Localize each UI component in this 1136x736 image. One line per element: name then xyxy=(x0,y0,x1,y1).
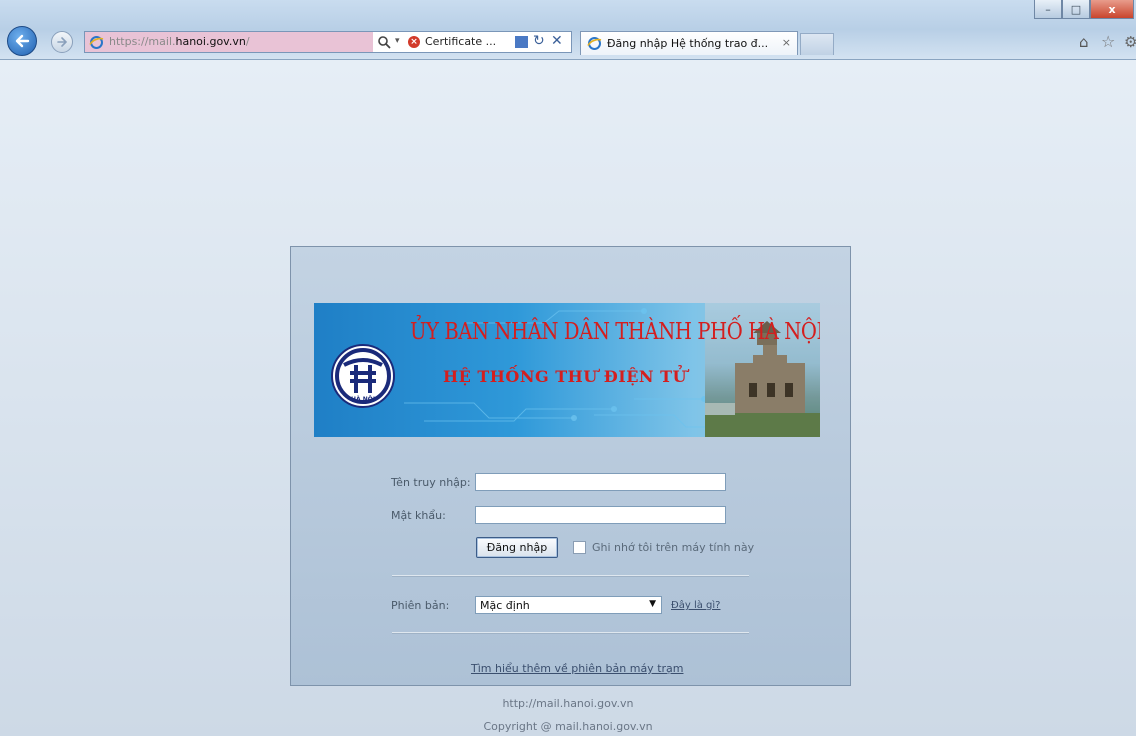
search-dropdown-icon[interactable]: ▾ xyxy=(395,36,400,46)
login-button[interactable]: Đăng nhập xyxy=(476,537,558,558)
certificate-error-icon[interactable]: × xyxy=(408,36,420,48)
forward-button[interactable] xyxy=(51,31,73,53)
ie-page-icon xyxy=(89,36,104,49)
stop-icon[interactable]: ✕ xyxy=(551,33,563,49)
favorites-star-icon[interactable]: ☆ xyxy=(1101,32,1115,51)
ie-tab-icon xyxy=(587,37,602,50)
version-select[interactable]: Mặc định ▼ xyxy=(475,596,662,614)
login-panel: HÀ NỘI ỦY BAN NHÂN DÂN THÀNH PHỐ HÀ NỘI … xyxy=(290,246,851,686)
username-label: Tên truy nhập: xyxy=(391,476,471,489)
divider xyxy=(392,575,749,577)
minimize-button[interactable]: – xyxy=(1034,0,1062,19)
password-input[interactable] xyxy=(475,506,726,524)
whats-this-link[interactable]: Đây là gì? xyxy=(671,600,721,611)
close-window-button[interactable]: x xyxy=(1090,0,1134,19)
remember-me-label[interactable]: Ghi nhớ tôi trên máy tính này xyxy=(592,541,754,554)
divider xyxy=(392,632,749,634)
tab-login[interactable]: Đăng nhập Hệ thống trao đ... × xyxy=(580,31,798,55)
username-input[interactable] xyxy=(475,473,726,491)
back-button[interactable] xyxy=(7,26,37,56)
password-label: Mật khẩu: xyxy=(391,509,446,522)
compatibility-view-icon[interactable] xyxy=(515,36,528,48)
back-arrow-icon xyxy=(15,34,30,48)
tab-close-icon[interactable]: × xyxy=(782,36,791,49)
dropdown-arrow-icon: ▼ xyxy=(649,599,656,609)
logo-text: HÀ NỘI xyxy=(351,396,375,403)
browser-chrome: – □ x https://mail.hanoi.gov.vn/ ▾ × Cer… xyxy=(0,0,1136,60)
forward-arrow-icon xyxy=(57,37,68,47)
tools-gear-icon[interactable]: ⚙ xyxy=(1124,33,1136,51)
remember-me-checkbox[interactable] xyxy=(573,541,586,554)
certificate-error-label[interactable]: Certificate ... xyxy=(425,35,496,48)
header-banner: HÀ NỘI ỦY BAN NHÂN DÂN THÀNH PHỐ HÀ NỘI … xyxy=(314,303,820,437)
footer-url: http://mail.hanoi.gov.vn xyxy=(502,697,634,710)
refresh-icon[interactable]: ↻ xyxy=(533,33,545,49)
url-text[interactable]: https://mail.hanoi.gov.vn/ xyxy=(109,35,250,48)
banner-subtitle: HỆ THỐNG THƯ ĐIỆN TỬ xyxy=(443,367,687,386)
home-icon[interactable]: ⌂ xyxy=(1079,33,1089,51)
learn-more-link[interactable]: Tìm hiểu thêm về phiên bản máy trạm xyxy=(471,662,683,675)
tab-title: Đăng nhập Hệ thống trao đ... xyxy=(607,37,769,50)
maximize-button[interactable]: □ xyxy=(1062,0,1090,19)
address-bar[interactable]: https://mail.hanoi.gov.vn/ ▾ × Certifica… xyxy=(84,31,572,53)
footer-copyright: Copyright @ mail.hanoi.gov.vn xyxy=(483,720,653,733)
new-tab-button[interactable] xyxy=(800,33,834,55)
hanoi-emblem-logo: HÀ NỘI xyxy=(331,344,395,408)
version-selected-value: Mặc định xyxy=(480,599,530,612)
search-icon[interactable] xyxy=(377,35,391,49)
version-label: Phiên bản: xyxy=(391,599,450,612)
window-controls: – □ x xyxy=(1034,0,1134,19)
banner-title: ỦY BAN NHÂN DÂN THÀNH PHỐ HÀ NỘI xyxy=(410,319,820,345)
